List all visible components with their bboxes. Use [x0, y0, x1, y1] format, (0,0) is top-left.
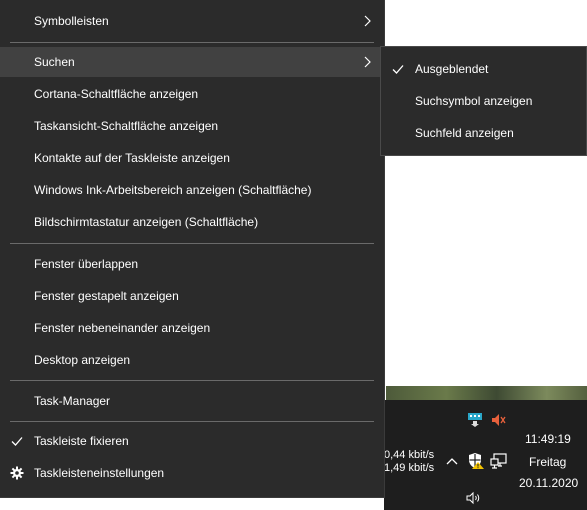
volume-muted-icon[interactable] — [490, 412, 506, 428]
menu-item-kontakte[interactable]: Kontakte auf der Taskleiste anzeigen — [0, 143, 384, 173]
menu-item-label: Kontakte auf der Taskleiste anzeigen — [34, 151, 230, 165]
network-activity-icon[interactable] — [467, 411, 483, 427]
menu-item-label: Fenster gestapelt anzeigen — [34, 289, 179, 303]
submenu-item-label: Suchsymbol anzeigen — [415, 94, 533, 108]
search-submenu: Ausgeblendet Suchsymbol anzeigen Suchfel… — [380, 46, 587, 156]
upload-speed: 0,44 kbit/s — [384, 449, 435, 461]
taskbar-tray: 0,44 kbit/s 1,49 kbit/s 11:49:19 Freitag… — [384, 400, 587, 510]
clock-weekday[interactable]: Freitag — [529, 455, 566, 469]
menu-item-desktop-anzeigen[interactable]: Desktop anzeigen — [0, 345, 384, 375]
menu-separator — [10, 421, 374, 422]
menu-item-label: Bildschirmtastatur anzeigen (Schaltfläch… — [34, 215, 259, 229]
menu-item-fenster-ueberlappen[interactable]: Fenster überlappen — [0, 249, 384, 279]
menu-separator — [10, 243, 374, 244]
menu-item-label: Symbolleisten — [34, 14, 109, 28]
menu-item-label: Fenster überlappen — [34, 257, 139, 271]
desktop-wallpaper-strip — [386, 386, 587, 400]
security-shield-warning-icon[interactable] — [467, 452, 485, 470]
submenu-item-label: Suchfeld anzeigen — [415, 126, 514, 140]
menu-item-bildschirmtastatur[interactable]: Bildschirmtastatur anzeigen (Schaltfläch… — [0, 207, 384, 237]
menu-item-label: Taskansicht-Schaltfläche anzeigen — [34, 119, 219, 133]
menu-item-fenster-nebeneinander[interactable]: Fenster nebeneinander anzeigen — [0, 313, 384, 343]
menu-item-taskleisteneinstellungen[interactable]: Taskleisteneinstellungen — [0, 458, 384, 488]
submenu-item-label: Ausgeblendet — [415, 62, 489, 76]
taskbar-context-menu: Symbolleisten Suchen Cortana-Schaltfläch… — [0, 0, 385, 498]
menu-separator — [10, 380, 374, 381]
menu-item-label: Cortana-Schaltfläche anzeigen — [34, 87, 199, 101]
menu-item-taskleiste-fixieren[interactable]: Taskleiste fixieren — [0, 426, 384, 456]
chevron-right-icon — [360, 14, 374, 28]
menu-item-cortana[interactable]: Cortana-Schaltfläche anzeigen — [0, 79, 384, 109]
menu-item-windows-ink[interactable]: Windows Ink-Arbeitsbereich anzeigen (Sch… — [0, 175, 384, 205]
menu-item-label: Desktop anzeigen — [34, 353, 131, 367]
chevron-right-icon — [360, 55, 374, 69]
clock-date[interactable]: 20.11.2020 — [519, 476, 578, 490]
check-icon — [391, 62, 405, 76]
menu-item-taskansicht[interactable]: Taskansicht-Schaltfläche anzeigen — [0, 111, 384, 141]
menu-item-label: Suchen — [34, 55, 75, 69]
menu-item-label: Windows Ink-Arbeitsbereich anzeigen (Sch… — [34, 183, 312, 197]
menu-item-label: Taskleisteneinstellungen — [34, 466, 165, 480]
menu-item-task-manager[interactable]: Task-Manager — [0, 386, 384, 416]
menu-item-fenster-gestapelt[interactable]: Fenster gestapelt anzeigen — [0, 281, 384, 311]
chevron-up-icon[interactable] — [445, 455, 459, 467]
download-speed: 1,49 kbit/s — [384, 462, 435, 474]
network-monitor-icon[interactable] — [490, 452, 508, 470]
menu-separator — [10, 42, 374, 43]
submenu-item-suchsymbol[interactable]: Suchsymbol anzeigen — [381, 86, 586, 116]
menu-item-symbolleisten[interactable]: Symbolleisten — [0, 6, 384, 36]
menu-item-label: Fenster nebeneinander anzeigen — [34, 321, 211, 335]
menu-item-label: Task-Manager — [34, 394, 111, 408]
menu-item-label: Taskleiste fixieren — [34, 434, 129, 448]
gear-icon — [10, 466, 24, 480]
menu-item-suchen[interactable]: Suchen — [0, 47, 384, 77]
submenu-item-suchfeld[interactable]: Suchfeld anzeigen — [381, 118, 586, 148]
check-icon — [10, 434, 24, 448]
submenu-item-ausgeblendet[interactable]: Ausgeblendet — [381, 54, 586, 84]
clock-time[interactable]: 11:49:19 — [525, 432, 571, 446]
speaker-icon[interactable] — [466, 491, 482, 505]
